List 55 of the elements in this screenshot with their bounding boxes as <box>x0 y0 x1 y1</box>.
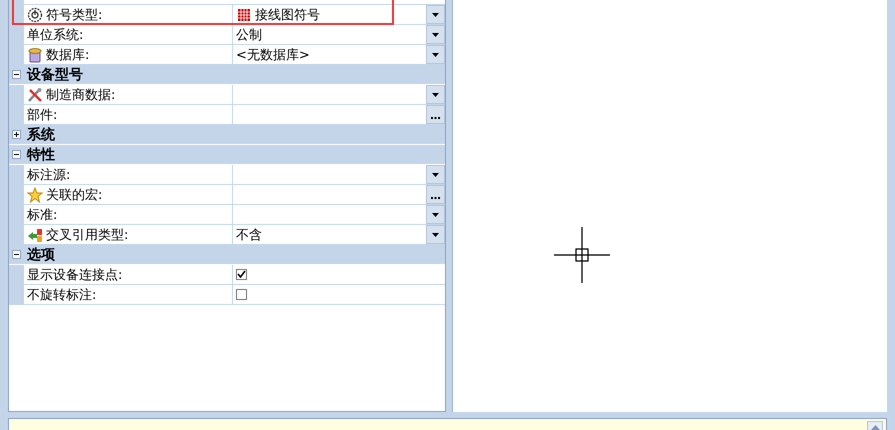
dropdown-button[interactable] <box>426 5 445 24</box>
collapse-toggle[interactable] <box>12 150 21 159</box>
dropdown-button[interactable] <box>426 225 445 244</box>
caret-icon <box>432 92 439 96</box>
group-title: 系统 <box>27 126 55 144</box>
dropdown-button[interactable] <box>426 25 445 44</box>
property-label: 交叉引用类型: <box>46 226 128 244</box>
property-label: 部件: <box>27 106 58 124</box>
caret-icon <box>432 172 439 176</box>
property-label: 显示设备连接点: <box>27 266 122 284</box>
group-title: 特性 <box>27 146 55 164</box>
property-label: 标注源: <box>27 166 70 184</box>
group-title: 选项 <box>27 246 55 264</box>
star-icon <box>27 186 43 202</box>
database-icon <box>27 46 43 62</box>
checkbox[interactable] <box>236 289 247 300</box>
property-value: <无数据库> <box>236 46 310 64</box>
minus-icon <box>13 71 20 78</box>
collapse-toggle[interactable] <box>12 250 21 259</box>
symbol-icon <box>27 6 43 22</box>
property-label: 不旋转标注: <box>27 286 96 304</box>
caret-icon <box>432 52 439 56</box>
checkmark-icon <box>237 270 246 279</box>
property-value: 接线图符号 <box>255 6 320 24</box>
caret-icon <box>432 12 439 16</box>
expand-toggle[interactable] <box>12 130 21 139</box>
dropdown-button[interactable] <box>426 45 445 64</box>
crosshair-cursor-icon <box>553 226 611 284</box>
group-title: 设备型号 <box>27 66 83 84</box>
scroll-up-button[interactable] <box>867 421 883 430</box>
property-label: 标准: <box>27 206 58 224</box>
dropdown-button[interactable] <box>426 165 445 184</box>
property-label: 制造商数据: <box>46 86 116 104</box>
tools-icon <box>27 86 43 102</box>
property-value: 公制 <box>236 26 262 44</box>
property-value: 不含 <box>236 226 262 244</box>
property-label: 符号类型: <box>46 6 102 24</box>
ellipsis-button[interactable] <box>426 185 445 204</box>
ellipsis-button[interactable] <box>426 105 445 124</box>
minus-icon <box>13 251 20 258</box>
checkbox[interactable] <box>236 269 247 280</box>
property-label: 数据库: <box>46 46 90 64</box>
caret-icon <box>432 32 439 36</box>
property-label: 单位系统: <box>27 26 84 44</box>
collapse-toggle[interactable] <box>12 70 21 79</box>
caret-icon <box>432 212 439 216</box>
table-icon <box>236 6 252 22</box>
property-label: 关联的宏: <box>46 186 102 204</box>
minus-icon <box>13 151 20 158</box>
plus-icon <box>13 131 20 138</box>
cross-reference-icon <box>27 226 43 242</box>
dropdown-button[interactable] <box>426 85 445 104</box>
up-arrow-icon <box>870 425 880 430</box>
dropdown-button[interactable] <box>426 205 445 224</box>
caret-icon <box>432 232 439 236</box>
